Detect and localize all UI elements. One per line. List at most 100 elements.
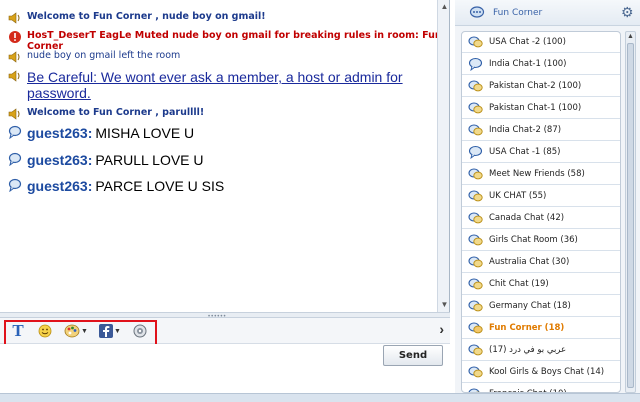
room-label: Pakistan Chat-1 (100)	[489, 103, 582, 113]
sender-name[interactable]: guest263:	[27, 178, 92, 194]
room-label: USA Chat -1 (85)	[489, 147, 561, 157]
room-item[interactable]: Pakistan Chat-1 (100)	[462, 98, 620, 119]
room-item[interactable]: Australia Chat (30)	[462, 252, 620, 273]
group-chat-icon	[468, 212, 483, 224]
facebook-share-button[interactable]: ▼	[97, 322, 123, 340]
room-label: Girls Chat Room (36)	[489, 235, 578, 245]
scroll-up-icon[interactable]: ▲	[627, 33, 634, 40]
room-label: Fun Corner (18)	[489, 323, 565, 333]
speaker-icon	[8, 108, 20, 120]
message-text: PARCE LOVE U SIS	[95, 178, 225, 194]
chat-bubble-icon	[8, 152, 22, 166]
room-panel-header: Fun Corner ⚙	[455, 0, 640, 26]
leave-notice: nude boy on gmail left the room	[27, 50, 181, 61]
room-label: Kool Girls & Boys Chat (14)	[489, 367, 605, 377]
chat-bubble-icon	[8, 178, 22, 192]
room-item[interactable]: USA Chat -1 (85)	[462, 142, 620, 163]
chevron-down-icon: ▼	[114, 327, 121, 335]
message-row: Be Careful: We wont ever ask a member, a…	[8, 69, 427, 101]
room-item[interactable]: Fun Corner (18)	[462, 318, 620, 339]
chat-scrollbar[interactable]: ▲ ▼	[437, 0, 449, 318]
emoticon-button[interactable]	[37, 322, 53, 340]
group-chat-icon	[468, 80, 483, 92]
room-label: Germany Chat (18)	[489, 301, 571, 311]
group-chat-icon	[468, 234, 483, 246]
gamepad-icon	[133, 324, 147, 338]
system-message: Welcome to Fun Corner , nude boy on gmai…	[27, 11, 266, 22]
system-message: Welcome to Fun Corner , parullll!	[27, 107, 205, 118]
message-text: PARULL LOVE U	[95, 152, 204, 168]
chat-bubble-icon	[8, 125, 22, 139]
scroll-up-icon[interactable]: ▲	[440, 2, 449, 11]
room-list-scrollbar[interactable]: ▲	[625, 31, 636, 393]
chevron-right-icon[interactable]: ›	[439, 321, 444, 337]
room-item[interactable]: Kool Girls & Boys Chat (14)	[462, 362, 620, 383]
room-label: ﻋﺮﺑﻲ ﺑﻮ ﻓﻲ ﺩﺭﺩ (17)	[489, 345, 567, 355]
smiley-icon	[38, 324, 52, 338]
gear-icon[interactable]: ⚙	[621, 4, 634, 21]
speaker-icon	[8, 70, 20, 82]
room-item[interactable]: Pakistan Chat-2 (100)	[462, 76, 620, 97]
message-row: Welcome to Fun Corner , nude boy on gmai…	[8, 11, 266, 25]
room-label: Chit Chat (19)	[489, 279, 549, 289]
group-chat-icon	[468, 168, 483, 180]
room-label: Pakistan Chat-2 (100)	[489, 81, 582, 91]
room-panel: Fun Corner ⚙ USA Chat -2 (100) India Chat…	[455, 0, 640, 393]
room-item[interactable]: Chit Chat (19)	[462, 274, 620, 295]
group-chat-icon	[468, 256, 483, 268]
group-chat-icon	[468, 300, 483, 312]
message-row: nude boy on gmail left the room	[8, 50, 180, 64]
chat-message: guest263: PARULL LOVE U	[8, 152, 204, 168]
room-bubble-icon	[468, 57, 483, 71]
current-room-title: Fun Corner	[493, 8, 543, 18]
room-label: UK CHAT (55)	[489, 191, 547, 201]
scroll-thumb[interactable]	[627, 43, 634, 388]
room-label: Meet New Friends (58)	[489, 169, 585, 179]
room-list: USA Chat -2 (100) India Chat-1 (100) Pakis…	[461, 31, 621, 393]
group-chat-icon	[468, 344, 483, 356]
group-chat-icon	[468, 102, 483, 114]
message-text: MISHA LOVE U	[95, 125, 195, 141]
send-button[interactable]: Send	[383, 345, 443, 366]
room-item[interactable]: Girls Chat Room (36)	[462, 230, 620, 251]
chat-window: Welcome to Fun Corner , nude boy on gmai…	[0, 0, 640, 402]
room-item[interactable]: ﻋﺮﺑﻲ ﺑﻮ ﻓﻲ ﺩﺭﺩ (17)	[462, 340, 620, 361]
color-picker-button[interactable]: ▼	[63, 322, 89, 340]
group-chat-icon	[468, 36, 483, 48]
group-chat-icon	[468, 278, 483, 290]
room-item[interactable]: India Chat-2 (87)	[462, 120, 620, 141]
room-icon	[469, 6, 485, 18]
room-label: USA Chat -2 (100)	[489, 37, 566, 47]
group-chat-icon	[468, 124, 483, 136]
message-row: HosT_DeserT EagLe Muted nude boy on gmai…	[8, 30, 449, 52]
chat-log: Welcome to Fun Corner , nude boy on gmai…	[0, 0, 450, 318]
text-format-button[interactable]: T	[9, 321, 27, 340]
group-chat-icon	[468, 190, 483, 202]
game-button[interactable]	[131, 322, 149, 340]
room-item[interactable]: Meet New Friends (58)	[462, 164, 620, 185]
room-item[interactable]: Germany Chat (18)	[462, 296, 620, 317]
room-item[interactable]: Canada Chat (42)	[462, 208, 620, 229]
scroll-down-icon[interactable]: ▼	[440, 300, 449, 309]
room-item[interactable]: India Chat-1 (100)	[462, 54, 620, 75]
group-chat-icon	[468, 366, 483, 378]
room-item[interactable]: UK CHAT (55)	[462, 186, 620, 207]
room-item[interactable]: Francais Chat (10)	[462, 384, 620, 392]
facebook-icon	[99, 324, 114, 338]
room-label: India Chat-1 (100)	[489, 59, 567, 69]
chat-message: guest263: PARCE LOVE U SIS	[8, 178, 224, 194]
room-item[interactable]: USA Chat -2 (100)	[462, 32, 620, 53]
room-label: Canada Chat (42)	[489, 213, 565, 223]
chat-message: guest263: MISHA LOVE U	[8, 125, 194, 141]
room-label: Australia Chat (30)	[489, 257, 570, 267]
warning-link[interactable]: Be Careful: We wont ever ask a member, a…	[27, 69, 427, 101]
palette-icon	[64, 324, 80, 338]
sender-name[interactable]: guest263:	[27, 152, 92, 168]
sender-name[interactable]: guest263:	[27, 125, 92, 141]
warning-icon	[9, 31, 21, 43]
chevron-down-icon: ▼	[81, 327, 88, 335]
room-label: India Chat-2 (87)	[489, 125, 562, 135]
speaker-icon	[8, 12, 20, 24]
message-toolbar: T ▼ ▼ ›	[0, 318, 450, 347]
text-format-icon: T	[12, 321, 24, 340]
